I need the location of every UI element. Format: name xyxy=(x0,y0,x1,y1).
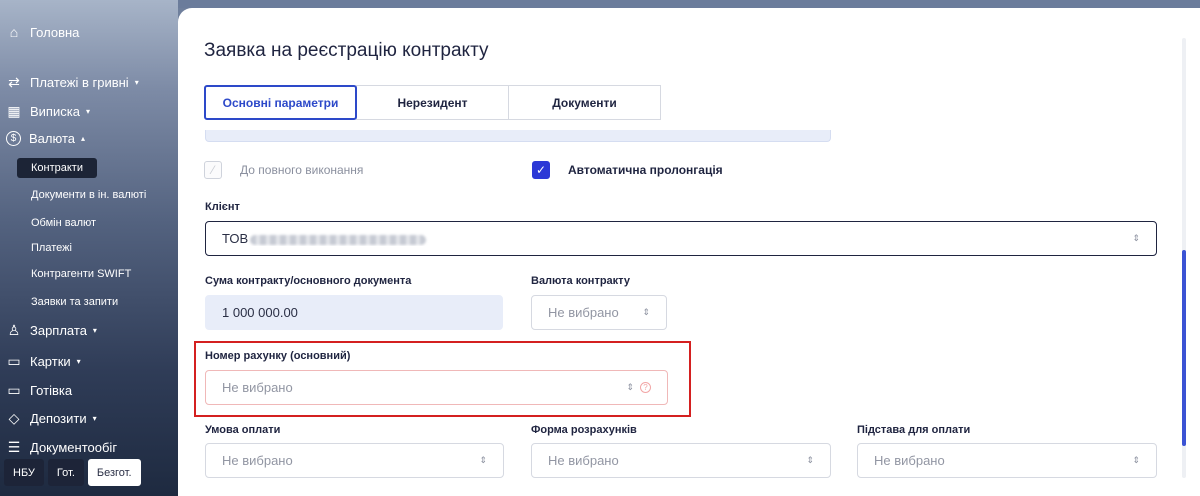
tab-documents[interactable]: Документи xyxy=(508,85,661,120)
select-arrows-icon: ⇕ xyxy=(1132,233,1140,243)
sidebar-item-label: Головна xyxy=(30,24,80,40)
contract-currency-value: Не вибрано xyxy=(548,305,619,320)
chevron-down-icon: ▾ xyxy=(92,325,97,335)
document-icon: ☰ xyxy=(7,438,21,455)
payment-basis-value: Не вибрано xyxy=(874,453,945,468)
sidebar-item-label: Зарплата xyxy=(30,322,87,338)
card-icon: ▭ xyxy=(7,352,21,369)
contract-currency-select[interactable]: Не вибрано ⇕ xyxy=(531,295,667,330)
sidebar-item-deposits[interactable]: ◇ Депозити ▾ xyxy=(6,410,97,426)
sidebar-item-label: Платежі в гривні xyxy=(30,74,129,90)
tab-cash-rate[interactable]: Гот. xyxy=(47,459,84,486)
settlement-form-value: Не вибрано xyxy=(548,453,619,468)
scrolled-field-edge xyxy=(205,130,831,142)
sidebar-item-payments-uah[interactable]: ⇄ Платежі в гривні ▾ xyxy=(6,74,139,90)
sidebar-item-statement[interactable]: ▦ Виписка ▾ xyxy=(6,103,90,119)
select-arrows-icon: ⇕ xyxy=(626,382,634,392)
sidebar-item-cash[interactable]: ▭ Готівка xyxy=(6,382,72,398)
contract-sum-label: Сума контракту/основного документа xyxy=(205,275,412,287)
sidebar-subitem-label: Контрагенти SWIFT xyxy=(31,268,132,280)
contract-sum-input[interactable]: 1 000 000.00 xyxy=(205,295,503,330)
home-icon: ⌂ xyxy=(9,24,19,40)
sidebar-item-label: Картки xyxy=(30,353,71,369)
people-icon: ♙ xyxy=(7,321,21,338)
sidebar-subitem-label: Документи в ін. валюті xyxy=(31,189,147,201)
sidebar-item-salary[interactable]: ♙ Зарплата ▾ xyxy=(6,322,97,338)
sidebar-subitem-label: Контракти xyxy=(31,162,83,174)
full-execution-checkbox[interactable]: ⁄ xyxy=(204,161,222,179)
error-icon: ? xyxy=(640,382,651,393)
tab-noncash-rate[interactable]: Безгот. xyxy=(87,459,141,486)
select-arrows-icon: ⇕ xyxy=(806,455,814,465)
sidebar: ⌂ Головна ⇄ Платежі в гривні ▾ ▦ Виписка… xyxy=(0,0,178,496)
chevron-up-icon: ▴ xyxy=(81,134,86,143)
scrollbar-thumb[interactable] xyxy=(1182,250,1186,446)
full-execution-checkbox-row[interactable]: ⁄ До повного виконання xyxy=(204,161,363,179)
payment-condition-select[interactable]: Не вибрано ⇕ xyxy=(205,443,504,478)
auto-prolongation-checkbox-row[interactable]: ✓ Автоматична пролонгація xyxy=(532,161,723,179)
client-value: ТОВ xyxy=(222,231,249,246)
sidebar-subitem-label: Обмін валют xyxy=(31,217,97,229)
account-number-select[interactable]: Не вибрано ⇕ ? xyxy=(205,370,668,405)
sidebar-subitem-payments[interactable]: Платежі xyxy=(31,242,72,254)
chevron-down-icon: ▾ xyxy=(92,413,97,423)
sidebar-item-home[interactable]: ⌂ Головна xyxy=(6,24,80,40)
chevron-down-icon: ▾ xyxy=(85,106,90,116)
client-label: Клієнт xyxy=(205,201,240,213)
sidebar-item-label: Готівка xyxy=(30,382,73,398)
sidebar-item-label: Валюта xyxy=(29,131,75,146)
transfer-icon: ⇄ xyxy=(8,73,20,90)
payment-condition-label: Умова оплати xyxy=(205,424,281,436)
sidebar-subitem-requests[interactable]: Заявки та запити xyxy=(31,296,118,308)
page-title: Заявка на реєстрацію контракту xyxy=(204,40,489,61)
sidebar-subitem-label: Заявки та запити xyxy=(31,296,119,308)
client-select[interactable]: ТОВ ⇕ xyxy=(205,221,1157,256)
tab-main-parameters[interactable]: Основні параметри xyxy=(204,85,357,120)
contract-currency-label: Валюта контракту xyxy=(531,275,630,287)
form-tabs: Основні параметри Нерезидент Документи xyxy=(204,85,661,120)
settlement-form-select[interactable]: Не вибрано ⇕ xyxy=(531,443,831,478)
settlement-form-label: Форма розрахунків xyxy=(531,424,637,436)
sidebar-item-documents[interactable]: ☰ Документообіг xyxy=(6,439,117,455)
sidebar-subitem-contracts[interactable]: Контракти xyxy=(17,158,97,178)
account-number-label: Номер рахунку (основний) xyxy=(205,350,351,362)
deposit-icon: ◇ xyxy=(8,409,20,426)
payment-basis-label: Підстава для оплати xyxy=(857,424,971,436)
auto-prolongation-checkbox[interactable]: ✓ xyxy=(532,161,550,179)
tab-nonresident[interactable]: Нерезидент xyxy=(356,85,509,120)
statement-icon: ▦ xyxy=(7,102,21,119)
full-execution-label: До повного виконання xyxy=(240,163,364,177)
sidebar-subitem-fx-documents[interactable]: Документи в ін. валюті xyxy=(31,189,146,201)
sidebar-item-label: Виписка xyxy=(30,103,80,119)
contract-sum-value: 1 000 000.00 xyxy=(222,305,298,320)
select-arrows-icon: ⇕ xyxy=(479,455,487,465)
currency-icon: $ xyxy=(6,131,21,146)
cash-icon: ▭ xyxy=(7,381,21,398)
main-content: Заявка на реєстрацію контракту Основні п… xyxy=(178,8,1200,496)
sidebar-item-cards[interactable]: ▭ Картки ▾ xyxy=(6,352,81,369)
chevron-down-icon: ▾ xyxy=(76,356,81,366)
select-arrows-icon: ⇕ xyxy=(1132,455,1140,465)
sidebar-subitem-swift-counterparties[interactable]: Контрагенти SWIFT xyxy=(31,268,131,280)
sidebar-item-currency[interactable]: $ Валюта ▴ xyxy=(6,131,85,146)
account-number-value: Не вибрано xyxy=(222,380,293,395)
redacted-client-name xyxy=(250,234,427,245)
currency-rate-tabs: НБУ Гот. Безгот. xyxy=(4,459,141,486)
sidebar-item-label: Депозити xyxy=(30,410,87,426)
sidebar-subitem-currency-exchange[interactable]: Обмін валют xyxy=(31,217,96,229)
sidebar-subitem-label: Платежі xyxy=(31,242,72,254)
top-banner xyxy=(178,0,1200,8)
sidebar-item-label: Документообіг xyxy=(30,439,118,455)
payment-condition-value: Не вибрано xyxy=(222,453,293,468)
tab-nbu[interactable]: НБУ xyxy=(4,459,44,486)
chevron-down-icon: ▾ xyxy=(134,77,139,87)
scrollbar[interactable] xyxy=(1182,38,1186,478)
select-arrows-icon: ⇕ xyxy=(642,307,650,317)
payment-basis-select[interactable]: Не вибрано ⇕ xyxy=(857,443,1157,478)
auto-prolongation-label: Автоматична пролонгація xyxy=(568,163,723,177)
